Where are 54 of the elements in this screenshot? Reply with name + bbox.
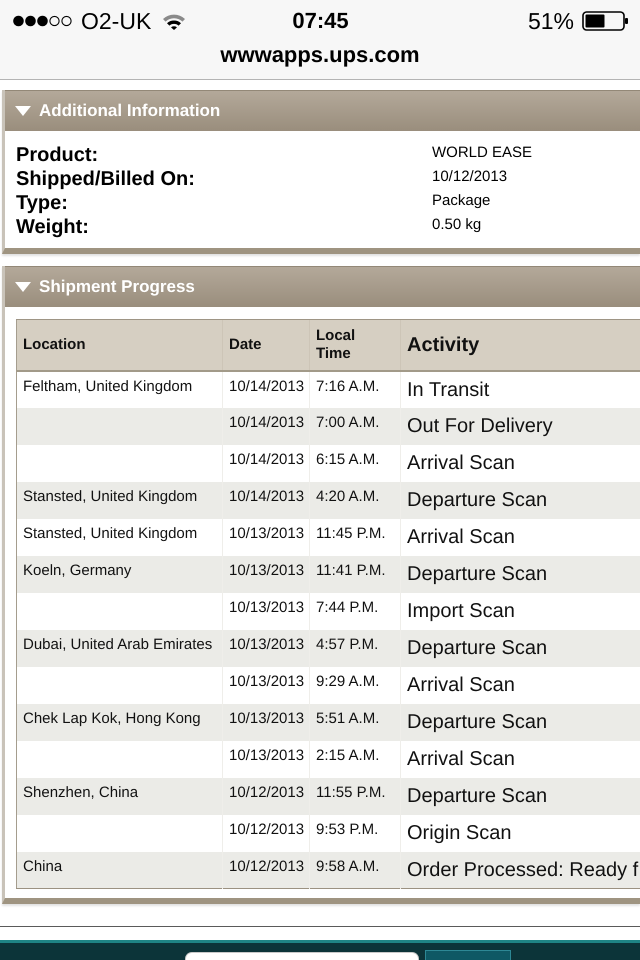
clock-time: 07:45 xyxy=(292,7,349,35)
location-cell: Dubai, United Arab Emirates xyxy=(16,630,222,666)
activity-cell: Out For Delivery xyxy=(400,408,640,444)
time-cell: 5:51 A.M. xyxy=(310,704,400,740)
panel-header[interactable]: Shipment Progress xyxy=(5,266,640,307)
activity-cell: Departure Scan xyxy=(400,556,640,592)
location-cell: Chek Lap Kok, Hong Kong xyxy=(16,704,222,740)
wifi-icon xyxy=(162,12,186,30)
field-label: Shipped/Billed On: xyxy=(16,167,196,191)
location-cell: Stansted, United Kingdom xyxy=(16,482,222,518)
date-cell: 10/14/2013 xyxy=(222,408,310,444)
field-label: Type: xyxy=(16,191,69,215)
panel-title: Additional Information xyxy=(39,101,220,121)
input-field[interactable] xyxy=(185,952,419,960)
battery-icon xyxy=(582,11,628,31)
location-cell: Koeln, Germany xyxy=(16,556,222,592)
activity-cell: Order Processed: Ready f xyxy=(400,852,640,888)
time-cell: 11:55 P.M. xyxy=(310,778,400,814)
field-value: 10/12/2013 xyxy=(432,167,508,186)
date-cell: 10/13/2013 xyxy=(222,556,310,592)
field-value: Package xyxy=(432,191,492,210)
location-cell: China xyxy=(16,852,222,888)
field-value: 0.50 kg xyxy=(432,215,482,234)
time-cell: 4:57 P.M. xyxy=(310,630,400,666)
location-cell: Shenzhen, China xyxy=(16,778,222,814)
activity-cell: Departure Scan xyxy=(400,704,640,740)
column-header: Activity xyxy=(400,320,640,370)
date-cell: 10/13/2013 xyxy=(222,630,310,666)
time-cell: 9:58 A.M. xyxy=(310,852,400,888)
column-header: Date xyxy=(222,320,310,370)
location-cell: Feltham, United Kingdom xyxy=(16,370,222,408)
date-cell: 10/12/2013 xyxy=(222,852,310,888)
battery-percent: 51% xyxy=(528,7,574,35)
panel-header[interactable]: Additional Information xyxy=(5,90,640,131)
time-cell: 7:00 A.M. xyxy=(310,408,400,444)
activity-cell: Departure Scan xyxy=(400,482,640,518)
activity-cell: Departure Scan xyxy=(400,778,640,814)
date-cell: 10/12/2013 xyxy=(222,778,310,814)
column-header: Location xyxy=(16,320,222,370)
page-url: wwwapps.ups.com xyxy=(219,42,421,68)
time-cell: 4:20 A.M. xyxy=(310,482,400,518)
date-cell: 10/13/2013 xyxy=(222,704,310,740)
field-label: Weight: xyxy=(16,215,90,239)
column-header: Local Time xyxy=(310,320,400,370)
date-cell: 10/14/2013 xyxy=(222,482,310,518)
carrier-name: O2-UK xyxy=(81,7,152,35)
time-cell: 11:41 P.M. xyxy=(310,556,400,592)
signal-icon xyxy=(13,15,73,27)
field-label: Product: xyxy=(16,143,100,167)
panel-title: Shipment Progress xyxy=(39,277,195,297)
footer-button[interactable] xyxy=(425,950,511,960)
field-value: WORLD EASE xyxy=(432,143,534,162)
activity-cell: Departure Scan xyxy=(400,630,640,666)
location-cell: Stansted, United Kingdom xyxy=(16,518,222,556)
